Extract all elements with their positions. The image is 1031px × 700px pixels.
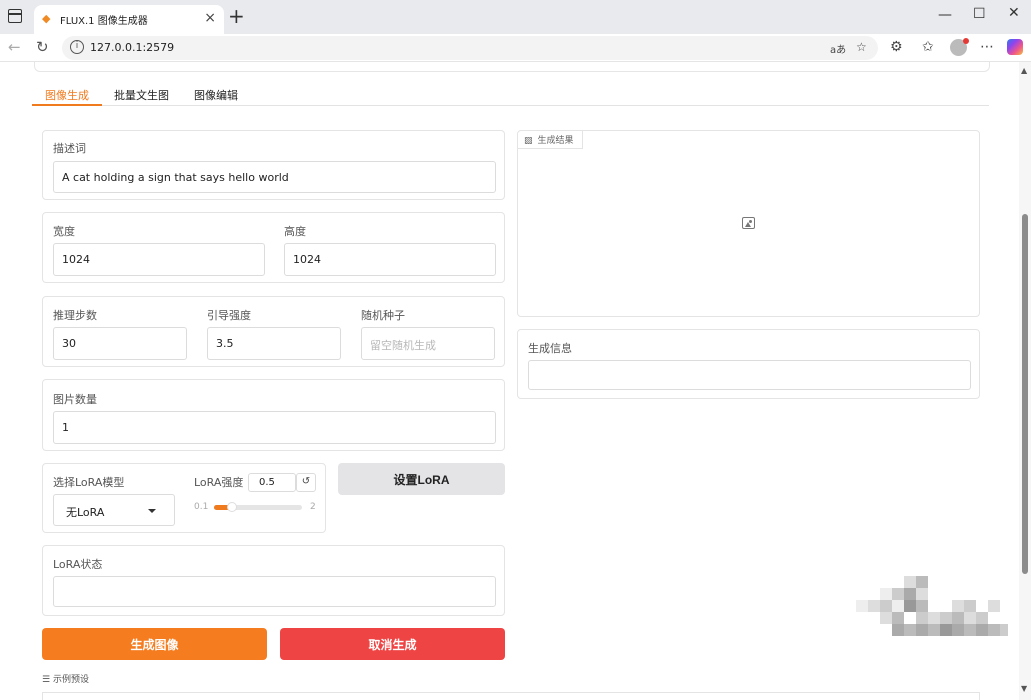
browser-tab[interactable]: ◆ FLUX.1 图像生成器 × [34, 5, 224, 34]
extensions-icon[interactable]: ⚙ [890, 39, 903, 55]
cancel-button[interactable]: 取消生成 [280, 628, 505, 660]
browser-tab-bar: ◆ FLUX.1 图像生成器 × + — ☐ ✕ [0, 0, 1031, 34]
read-aloud-icon[interactable]: aあ [830, 41, 846, 56]
examples-toggle[interactable]: ☰ 示例预设 [42, 672, 89, 685]
info-label: 生成信息 [528, 342, 572, 355]
chevron-down-icon [148, 509, 156, 513]
app-tabs: 图像生成 批量文生图 图像编辑 [32, 84, 989, 106]
lora-status-label: LoRA状态 [53, 558, 103, 571]
reset-icon[interactable]: ↺ [296, 473, 316, 492]
new-tab-icon[interactable]: + [228, 4, 245, 28]
lora-strength-label: LoRA强度 [194, 476, 244, 489]
scrollbar[interactable]: ▲ ▼ [1019, 62, 1031, 700]
count-panel: 图片数量 1 [42, 379, 505, 451]
avatar[interactable] [950, 38, 969, 56]
info-output [528, 360, 971, 390]
lora-strength-slider[interactable] [214, 502, 302, 512]
scroll-thumb[interactable] [1022, 214, 1028, 574]
image-placeholder-icon [742, 217, 755, 229]
tab-actions-icon[interactable] [8, 9, 22, 23]
result-panel: ▨ 生成结果 [517, 130, 980, 317]
lora-status-panel: LoRA状态 [42, 545, 505, 616]
tab-batch-text-to-image[interactable]: 批量文生图 [114, 87, 169, 103]
width-label: 宽度 [53, 225, 75, 238]
scroll-up-icon[interactable]: ▲ [1021, 66, 1027, 75]
result-tag: ▨ 生成结果 [518, 131, 583, 149]
copilot-icon[interactable] [1007, 39, 1023, 55]
slider-min-label: 0.1 [194, 502, 209, 512]
seed-input[interactable]: 留空随机生成 [361, 327, 495, 360]
lora-selected-value: 无LoRA [66, 506, 105, 519]
url-field[interactable]: i 127.0.0.1:2579 aあ ☆ [62, 36, 878, 60]
active-tab-indicator [32, 104, 102, 106]
count-label: 图片数量 [53, 393, 97, 406]
header-panel-edge [34, 62, 990, 72]
seed-label: 随机种子 [361, 309, 405, 322]
slider-max-label: 2 [310, 502, 316, 512]
set-lora-button[interactable]: 设置LoRA [338, 463, 505, 495]
window-close-icon[interactable]: ✕ [1008, 5, 1020, 21]
scroll-down-icon[interactable]: ▼ [1021, 684, 1027, 693]
guidance-label: 引导强度 [207, 309, 251, 322]
guidance-input[interactable]: 3.5 [207, 327, 341, 360]
page: 图像生成 批量文生图 图像编辑 描述词 A cat holding a sign… [0, 62, 1019, 700]
browser-tab-title: FLUX.1 图像生成器 [60, 16, 148, 27]
steps-input[interactable]: 30 [53, 327, 187, 360]
prompt-input[interactable]: A cat holding a sign that says hello wor… [53, 161, 496, 193]
maximize-icon[interactable]: ☐ [973, 6, 986, 22]
tab-image-generation[interactable]: 图像生成 [45, 87, 89, 103]
lora-select-label: 选择LoRA模型 [53, 476, 125, 489]
tab-image-edit[interactable]: 图像编辑 [194, 87, 238, 103]
size-panel: 宽度 1024 高度 1024 [42, 212, 505, 283]
address-bar: ← ↻ i 127.0.0.1:2579 aあ ☆ ⚙ ✩ ⋯ [0, 34, 1031, 62]
width-input[interactable]: 1024 [53, 243, 265, 276]
count-input[interactable]: 1 [53, 411, 496, 444]
info-panel: 生成信息 [517, 329, 980, 399]
favorites-icon[interactable]: ✩ [922, 39, 934, 55]
examples-label: 示例预设 [52, 675, 89, 685]
pixelated-watermark [856, 576, 1008, 636]
star-icon[interactable]: ☆ [856, 40, 867, 54]
steps-label: 推理步数 [53, 309, 97, 322]
info-icon[interactable]: i [70, 40, 84, 54]
lora-select[interactable]: 无LoRA [53, 494, 175, 526]
more-icon[interactable]: ⋯ [980, 39, 994, 55]
layers-icon: ◆ [42, 12, 51, 25]
height-input[interactable]: 1024 [284, 243, 496, 276]
prompt-panel: 描述词 A cat holding a sign that says hello… [42, 130, 505, 200]
sampling-panel: 推理步数 30 引导强度 3.5 随机种子 留空随机生成 [42, 296, 505, 367]
slider-thumb[interactable] [227, 502, 238, 512]
list-icon: ☰ [42, 675, 51, 685]
back-icon[interactable]: ← [8, 38, 21, 56]
lora-strength-input[interactable]: 0.5 [248, 473, 296, 492]
result-tag-label: 生成结果 [537, 136, 574, 146]
examples-table-edge [42, 692, 980, 700]
lora-panel: 选择LoRA模型 无LoRA LoRA强度 0.5 ↺ 0.1 2 [42, 463, 326, 533]
prompt-label: 描述词 [53, 142, 86, 155]
generate-button[interactable]: 生成图像 [42, 628, 267, 660]
height-label: 高度 [284, 225, 306, 238]
close-icon[interactable]: × [204, 10, 216, 26]
image-icon: ▨ [524, 136, 533, 146]
minimize-icon[interactable]: — [938, 7, 952, 23]
url-text: 127.0.0.1:2579 [90, 41, 175, 54]
reload-icon[interactable]: ↻ [36, 38, 49, 56]
lora-status-output [53, 576, 496, 607]
